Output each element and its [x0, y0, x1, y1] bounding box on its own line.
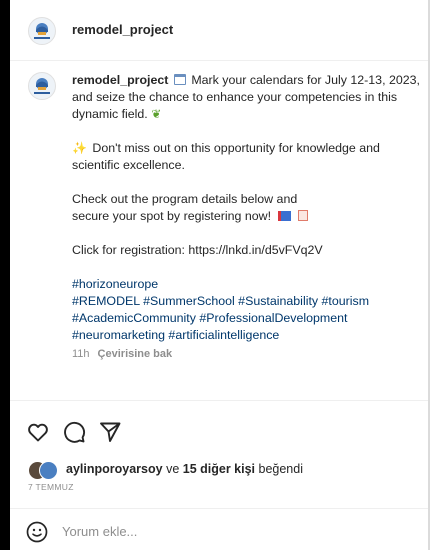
- avatar: [39, 461, 58, 480]
- window-edge: [0, 0, 10, 550]
- post-time[interactable]: 11h: [72, 348, 90, 360]
- liker-avatars[interactable]: [28, 461, 62, 480]
- post-header: remodel_project: [10, 0, 428, 61]
- sparkles-icon: ✨: [72, 141, 87, 155]
- emoji-button[interactable]: [26, 521, 48, 543]
- comment-button[interactable]: [62, 420, 86, 444]
- caption-line: scientific excellence.: [72, 158, 185, 172]
- like-button[interactable]: [26, 420, 50, 444]
- leaf-icon: ❦: [151, 107, 162, 121]
- liker-username[interactable]: aylinporoyarsoy: [66, 462, 163, 476]
- registration-link[interactable]: Click for registration: https://lnkd.in/…: [72, 242, 428, 259]
- post-panel: remodel_project remodel_project Mark you…: [10, 0, 428, 550]
- smiley-icon: [26, 521, 48, 543]
- liked-by-others-link[interactable]: 15 diğer kişi: [183, 462, 255, 476]
- memo-icon: [297, 210, 308, 221]
- comment-input[interactable]: [62, 521, 362, 541]
- liked-by-suffix: beğendi: [258, 462, 304, 476]
- liked-by-row: aylinporoyarsoy ve 15 diğer kişi beğendi: [28, 459, 418, 480]
- caption-username[interactable]: remodel_project: [72, 73, 168, 87]
- post-author-username[interactable]: remodel_project: [72, 22, 173, 37]
- liked-by-text: aylinporoyarsoy ve 15 diğer kişi beğendi: [66, 462, 303, 476]
- caption-line: Mark your calendars for July 12-13, 2023…: [191, 73, 420, 87]
- paper-plane-icon: [100, 422, 121, 442]
- caption-meta: 11h Çevirisine bak: [72, 346, 428, 363]
- remodel-logo-icon: [34, 23, 50, 39]
- share-button[interactable]: [98, 420, 122, 444]
- caption-avatar[interactable]: [28, 72, 56, 100]
- hashtag-line[interactable]: #neuromarketing #artificialintelligence: [72, 327, 428, 344]
- caption-line: Don't miss out on this opportunity for k…: [92, 141, 380, 155]
- caption-line: and seize the chance to enhance your com…: [72, 90, 398, 104]
- heart-icon: [28, 423, 48, 442]
- avatar[interactable]: [28, 17, 56, 45]
- liked-by-connector: ve: [166, 462, 180, 476]
- remodel-logo-icon: [34, 78, 50, 94]
- hashtag-line[interactable]: #REMODEL #SummerSchool #Sustainability #…: [72, 293, 428, 310]
- caption-line: secure your spot by registering now!: [72, 209, 272, 223]
- books-icon: [277, 211, 291, 221]
- comment-bubble-icon: [64, 421, 85, 443]
- caption-text: remodel_project Mark your calendars for …: [72, 72, 428, 363]
- hashtag-line[interactable]: #horizoneurope: [72, 276, 428, 293]
- hashtag-line[interactable]: #AcademicCommunity #ProfessionalDevelopm…: [72, 310, 428, 327]
- caption-line: Check out the program details below and: [72, 192, 298, 206]
- comment-bar: [10, 508, 428, 551]
- caption-line: dynamic field.: [72, 107, 148, 121]
- post-date: 7 TEMMUZ: [28, 482, 74, 492]
- see-translation-button[interactable]: Çevirisine bak: [98, 348, 173, 360]
- calendar-icon: [173, 74, 186, 85]
- post-actions: aylinporoyarsoy ve 15 diğer kişi beğendi…: [10, 400, 428, 492]
